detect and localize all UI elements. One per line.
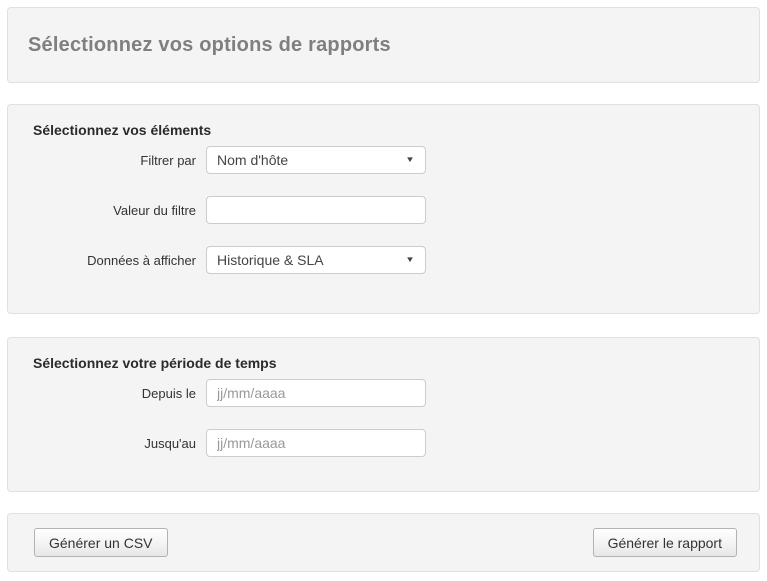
filter-by-row: Filtrer par Nom d'hôte ▼ [8, 146, 759, 174]
date-to-row: Jusqu'au [8, 429, 759, 457]
page-header: Sélectionnez vos options de rapports [7, 7, 760, 83]
date-from-input[interactable] [206, 379, 426, 407]
filter-value-label: Valeur du filtre [33, 203, 196, 218]
date-from-row: Depuis le [8, 379, 759, 407]
chevron-down-icon: ▼ [405, 156, 415, 164]
filter-by-label: Filtrer par [33, 153, 196, 168]
filter-by-selected-value: Nom d'hôte [217, 152, 288, 168]
generate-report-button[interactable]: Générer le rapport [593, 528, 737, 557]
data-to-display-label: Données à afficher [33, 253, 196, 268]
date-to-input[interactable] [206, 429, 426, 457]
date-from-label: Depuis le [33, 386, 196, 401]
filter-value-input[interactable] [206, 196, 426, 224]
report-options-page: Sélectionnez vos options de rapports Sél… [0, 0, 767, 579]
page-title: Sélectionnez vos options de rapports [28, 34, 391, 57]
generate-csv-button[interactable]: Générer un CSV [34, 528, 168, 557]
data-to-display-row: Données à afficher Historique & SLA ▼ [8, 246, 759, 274]
data-to-display-select[interactable]: Historique & SLA ▼ [206, 246, 426, 274]
actions-panel: Générer un CSV Générer le rapport [7, 513, 760, 572]
elements-panel-heading: Sélectionnez vos éléments [33, 122, 759, 138]
data-to-display-selected-value: Historique & SLA [217, 252, 324, 268]
filter-by-select[interactable]: Nom d'hôte ▼ [206, 146, 426, 174]
period-panel-heading: Sélectionnez votre période de temps [33, 355, 759, 371]
period-panel: Sélectionnez votre période de temps Depu… [7, 337, 760, 492]
chevron-down-icon: ▼ [405, 256, 415, 264]
elements-panel: Sélectionnez vos éléments Filtrer par No… [7, 104, 760, 314]
filter-value-row: Valeur du filtre [8, 196, 759, 224]
date-to-label: Jusqu'au [33, 436, 196, 451]
